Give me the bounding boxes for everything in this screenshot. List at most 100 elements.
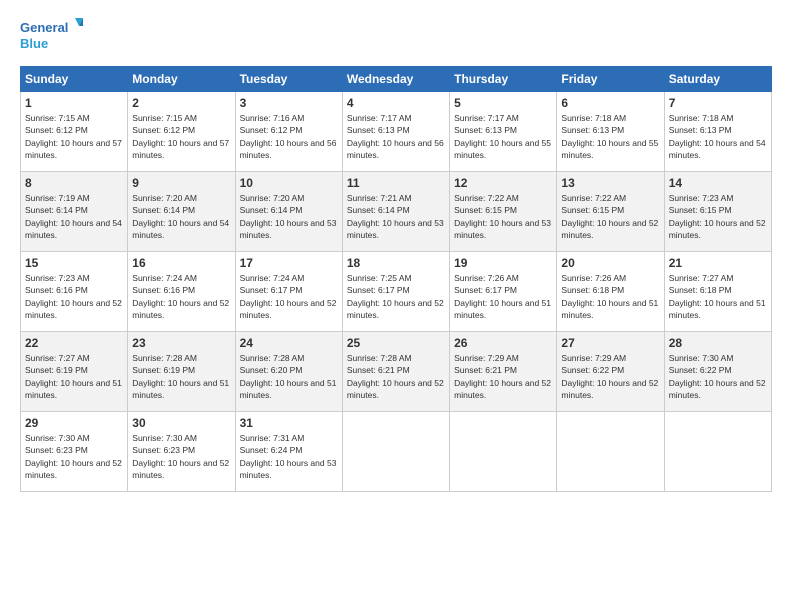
calendar-cell: 21Sunrise: 7:27 AMSunset: 6:18 PMDayligh…: [664, 252, 771, 332]
calendar-cell: 4 Sunrise: 7:17 AMSunset: 6:13 PMDaylight…: [342, 92, 449, 172]
day-number: 15: [25, 256, 123, 270]
calendar-cell: 25 Sunrise: 7:28 AMSunset: 6:21 PMDayligh…: [342, 332, 449, 412]
calendar-cell: 31Sunrise: 7:31 AMSunset: 6:24 PMDayligh…: [235, 412, 342, 492]
day-number: 24: [240, 336, 338, 350]
day-number: 11: [347, 176, 445, 190]
day-info: Sunrise: 7:30 AMSunset: 6:23 PMDaylight:…: [25, 432, 123, 481]
calendar-cell: 9 Sunrise: 7:20 AMSunset: 6:14 PMDaylight…: [128, 172, 235, 252]
day-info: Sunrise: 7:15 AMSunset: 6:12 PMDaylight:…: [132, 112, 230, 161]
day-number: 1: [25, 96, 123, 110]
day-header-monday: Monday: [128, 67, 235, 92]
day-number: 19: [454, 256, 552, 270]
calendar-table: SundayMondayTuesdayWednesdayThursdayFrid…: [20, 66, 772, 492]
week-row-0: 1 Sunrise: 7:15 AMSunset: 6:12 PMDaylight…: [21, 92, 772, 172]
logo: General Blue: [20, 18, 85, 56]
day-info: Sunrise: 7:24 AMSunset: 6:17 PMDaylight:…: [240, 272, 338, 321]
calendar-cell: 29 Sunrise: 7:30 AMSunset: 6:23 PMDayligh…: [21, 412, 128, 492]
day-number: 10: [240, 176, 338, 190]
day-info: Sunrise: 7:29 AMSunset: 6:22 PMDaylight:…: [561, 352, 659, 401]
calendar-cell: [664, 412, 771, 492]
day-info: Sunrise: 7:20 AMSunset: 6:14 PMDaylight:…: [132, 192, 230, 241]
week-row-3: 22 Sunrise: 7:27 AMSunset: 6:19 PMDayligh…: [21, 332, 772, 412]
week-row-4: 29 Sunrise: 7:30 AMSunset: 6:23 PMDayligh…: [21, 412, 772, 492]
day-info: Sunrise: 7:26 AMSunset: 6:17 PMDaylight:…: [454, 272, 552, 321]
day-number: 12: [454, 176, 552, 190]
day-number: 4: [347, 96, 445, 110]
day-number: 16: [132, 256, 230, 270]
day-number: 14: [669, 176, 767, 190]
day-number: 2: [132, 96, 230, 110]
calendar-cell: [557, 412, 664, 492]
calendar-cell: 8Sunrise: 7:19 AMSunset: 6:14 PMDaylight…: [21, 172, 128, 252]
day-header-sunday: Sunday: [21, 67, 128, 92]
calendar-cell: 18 Sunrise: 7:25 AMSunset: 6:17 PMDayligh…: [342, 252, 449, 332]
day-header-friday: Friday: [557, 67, 664, 92]
day-info: Sunrise: 7:24 AMSunset: 6:16 PMDaylight:…: [132, 272, 230, 321]
day-info: Sunrise: 7:16 AMSunset: 6:12 PMDaylight:…: [240, 112, 338, 161]
day-info: Sunrise: 7:21 AMSunset: 6:14 PMDaylight:…: [347, 192, 445, 241]
day-number: 13: [561, 176, 659, 190]
header-row: SundayMondayTuesdayWednesdayThursdayFrid…: [21, 67, 772, 92]
calendar-cell: 26 Sunrise: 7:29 AMSunset: 6:21 PMDayligh…: [450, 332, 557, 412]
day-info: Sunrise: 7:30 AMSunset: 6:22 PMDaylight:…: [669, 352, 767, 401]
calendar-cell: 22 Sunrise: 7:27 AMSunset: 6:19 PMDayligh…: [21, 332, 128, 412]
day-info: Sunrise: 7:18 AMSunset: 6:13 PMDaylight:…: [561, 112, 659, 161]
day-info: Sunrise: 7:18 AMSunset: 6:13 PMDaylight:…: [669, 112, 767, 161]
calendar-cell: 13Sunrise: 7:22 AMSunset: 6:15 PMDayligh…: [557, 172, 664, 252]
calendar-cell: 19 Sunrise: 7:26 AMSunset: 6:17 PMDayligh…: [450, 252, 557, 332]
day-number: 25: [347, 336, 445, 350]
day-info: Sunrise: 7:28 AMSunset: 6:21 PMDaylight:…: [347, 352, 445, 401]
calendar-cell: [450, 412, 557, 492]
calendar-cell: 16 Sunrise: 7:24 AMSunset: 6:16 PMDayligh…: [128, 252, 235, 332]
day-info: Sunrise: 7:28 AMSunset: 6:19 PMDaylight:…: [132, 352, 230, 401]
day-number: 28: [669, 336, 767, 350]
calendar-page: General Blue SundayMondayTuesdayWednesda…: [0, 0, 792, 612]
week-row-2: 15 Sunrise: 7:23 AMSunset: 6:16 PMDayligh…: [21, 252, 772, 332]
day-number: 20: [561, 256, 659, 270]
calendar-cell: [342, 412, 449, 492]
day-number: 29: [25, 416, 123, 430]
day-header-wednesday: Wednesday: [342, 67, 449, 92]
calendar-cell: 2 Sunrise: 7:15 AMSunset: 6:12 PMDaylight…: [128, 92, 235, 172]
calendar-cell: 11 Sunrise: 7:21 AMSunset: 6:14 PMDayligh…: [342, 172, 449, 252]
calendar-cell: 23 Sunrise: 7:28 AMSunset: 6:19 PMDayligh…: [128, 332, 235, 412]
calendar-cell: 27 Sunrise: 7:29 AMSunset: 6:22 PMDayligh…: [557, 332, 664, 412]
day-info: Sunrise: 7:27 AMSunset: 6:19 PMDaylight:…: [25, 352, 123, 401]
calendar-cell: 20 Sunrise: 7:26 AMSunset: 6:18 PMDayligh…: [557, 252, 664, 332]
day-info: Sunrise: 7:17 AMSunset: 6:13 PMDaylight:…: [347, 112, 445, 161]
day-number: 9: [132, 176, 230, 190]
svg-text:General: General: [20, 20, 68, 35]
day-header-thursday: Thursday: [450, 67, 557, 92]
day-number: 23: [132, 336, 230, 350]
day-info: Sunrise: 7:30 AMSunset: 6:23 PMDaylight:…: [132, 432, 230, 481]
calendar-cell: 6Sunrise: 7:18 AMSunset: 6:13 PMDaylight…: [557, 92, 664, 172]
svg-text:Blue: Blue: [20, 36, 48, 51]
calendar-cell: 15 Sunrise: 7:23 AMSunset: 6:16 PMDayligh…: [21, 252, 128, 332]
day-info: Sunrise: 7:27 AMSunset: 6:18 PMDaylight:…: [669, 272, 767, 321]
calendar-cell: 30Sunrise: 7:30 AMSunset: 6:23 PMDayligh…: [128, 412, 235, 492]
day-header-tuesday: Tuesday: [235, 67, 342, 92]
day-number: 8: [25, 176, 123, 190]
calendar-cell: 12 Sunrise: 7:22 AMSunset: 6:15 PMDayligh…: [450, 172, 557, 252]
day-info: Sunrise: 7:29 AMSunset: 6:21 PMDaylight:…: [454, 352, 552, 401]
day-number: 26: [454, 336, 552, 350]
day-info: Sunrise: 7:22 AMSunset: 6:15 PMDaylight:…: [454, 192, 552, 241]
calendar-cell: 10Sunrise: 7:20 AMSunset: 6:14 PMDayligh…: [235, 172, 342, 252]
day-number: 27: [561, 336, 659, 350]
day-info: Sunrise: 7:28 AMSunset: 6:20 PMDaylight:…: [240, 352, 338, 401]
day-info: Sunrise: 7:23 AMSunset: 6:16 PMDaylight:…: [25, 272, 123, 321]
calendar-cell: 3 Sunrise: 7:16 AMSunset: 6:12 PMDaylight…: [235, 92, 342, 172]
calendar-cell: 14Sunrise: 7:23 AMSunset: 6:15 PMDayligh…: [664, 172, 771, 252]
calendar-cell: 28 Sunrise: 7:30 AMSunset: 6:22 PMDayligh…: [664, 332, 771, 412]
day-info: Sunrise: 7:26 AMSunset: 6:18 PMDaylight:…: [561, 272, 659, 321]
day-number: 31: [240, 416, 338, 430]
day-number: 18: [347, 256, 445, 270]
header: General Blue: [20, 18, 772, 56]
week-row-1: 8Sunrise: 7:19 AMSunset: 6:14 PMDaylight…: [21, 172, 772, 252]
calendar-cell: 5Sunrise: 7:17 AMSunset: 6:13 PMDaylight…: [450, 92, 557, 172]
day-number: 3: [240, 96, 338, 110]
calendar-cell: 7Sunrise: 7:18 AMSunset: 6:13 PMDaylight…: [664, 92, 771, 172]
day-info: Sunrise: 7:17 AMSunset: 6:13 PMDaylight:…: [454, 112, 552, 161]
day-info: Sunrise: 7:25 AMSunset: 6:17 PMDaylight:…: [347, 272, 445, 321]
day-number: 22: [25, 336, 123, 350]
